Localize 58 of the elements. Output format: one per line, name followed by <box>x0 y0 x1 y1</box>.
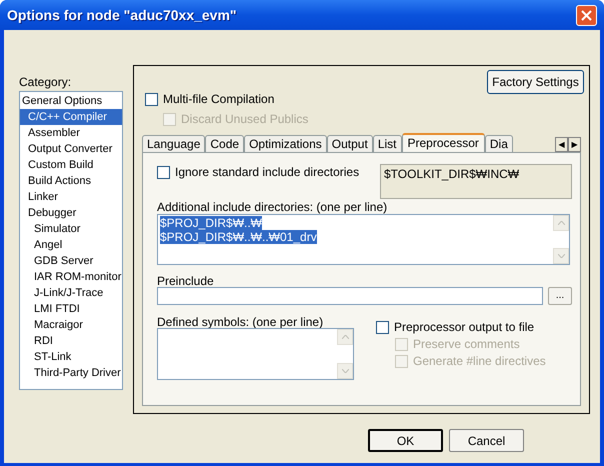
category-item[interactable]: Third-Party Driver <box>20 365 122 381</box>
option-label: Preprocessor output to file <box>394 319 534 336</box>
preinclude-field[interactable] <box>157 287 543 305</box>
category-item[interactable]: ST-Link <box>20 349 122 365</box>
defined-symbols-label: Defined symbols: (one per line) <box>157 314 324 328</box>
option-label: Multi-file Compilation <box>163 91 274 108</box>
category-item[interactable]: Build Actions <box>20 173 122 189</box>
additional-include-field[interactable]: $PROJ_DIR$₩..₩ $PROJ_DIR$₩..₩..₩01_drv <box>157 214 570 265</box>
tab[interactable]: Preprocessor <box>402 133 485 152</box>
tab[interactable]: List <box>372 135 402 152</box>
category-item[interactable]: General Options <box>20 93 122 109</box>
category-item[interactable]: GDB Server <box>20 253 122 269</box>
tab[interactable]: Dia <box>484 135 513 152</box>
preinclude-label: Preinclude <box>157 273 215 287</box>
checkbox[interactable] <box>157 166 170 178</box>
category-item[interactable]: C/C++ Compiler <box>20 109 122 125</box>
defined-symbols-field[interactable] <box>157 328 354 380</box>
category-item[interactable]: Simulator <box>20 221 122 237</box>
tab[interactable]: Code <box>205 135 244 152</box>
dialog-button[interactable]: OK <box>368 429 443 452</box>
tab[interactable]: Optimizations <box>244 135 327 152</box>
category-label: Category: <box>19 74 72 89</box>
category-item[interactable]: Output Converter <box>20 141 122 157</box>
option-label: Discard Unused Publics <box>181 111 308 128</box>
scroll-down-button[interactable] <box>337 363 353 379</box>
checkbox[interactable] <box>376 320 389 334</box>
additional-include-label: Additional include directories: (one per line) <box>157 199 388 214</box>
tab[interactable]: Language <box>142 135 206 152</box>
tab-scroll-button[interactable]: ▶ <box>568 137 581 152</box>
scroll-up-button[interactable] <box>553 215 569 231</box>
category-list[interactable] <box>19 91 123 390</box>
checkbox[interactable] <box>145 92 158 106</box>
option-label: Generate #line directives <box>413 353 546 370</box>
category-item[interactable]: LMI FTDI <box>20 301 122 317</box>
dialog-button[interactable]: Cancel <box>449 429 524 452</box>
include-path: $PROJ_DIR$₩..₩..₩01_drv <box>160 230 317 244</box>
close-button[interactable] <box>576 4 597 26</box>
standard-include-field: $TOOLKIT_DIR$₩INC₩ <box>380 164 572 199</box>
close-icon <box>581 10 592 20</box>
scroll-down-button[interactable] <box>553 248 569 264</box>
option-label: Preserve comments <box>413 336 520 353</box>
category-item[interactable]: Debugger <box>20 205 122 221</box>
category-item[interactable]: Macraigor <box>20 317 122 333</box>
category-item[interactable]: IAR ROM-monitor <box>20 269 122 285</box>
factory-settings-button[interactable]: Factory Settings <box>487 70 584 94</box>
category-item[interactable]: Linker <box>20 189 122 205</box>
browse-button[interactable]: ... <box>548 287 572 305</box>
include-path: $PROJ_DIR$₩..₩ <box>160 216 262 230</box>
category-item[interactable]: J-Link/J-Trace <box>20 285 122 301</box>
category-item[interactable]: Assembler <box>20 125 122 141</box>
ignore-standard-label: Ignore standard include directories <box>175 164 360 181</box>
window-title: Options for node "aduc70xx_evm" <box>7 6 238 25</box>
tab[interactable]: Output <box>326 135 373 152</box>
category-item[interactable]: RDI <box>20 333 122 349</box>
category-item[interactable]: Custom Build <box>20 157 122 173</box>
category-item[interactable]: Angel <box>20 237 122 253</box>
scroll-up-button[interactable] <box>337 329 353 345</box>
tab-scroll-button[interactable]: ◀ <box>555 137 568 152</box>
